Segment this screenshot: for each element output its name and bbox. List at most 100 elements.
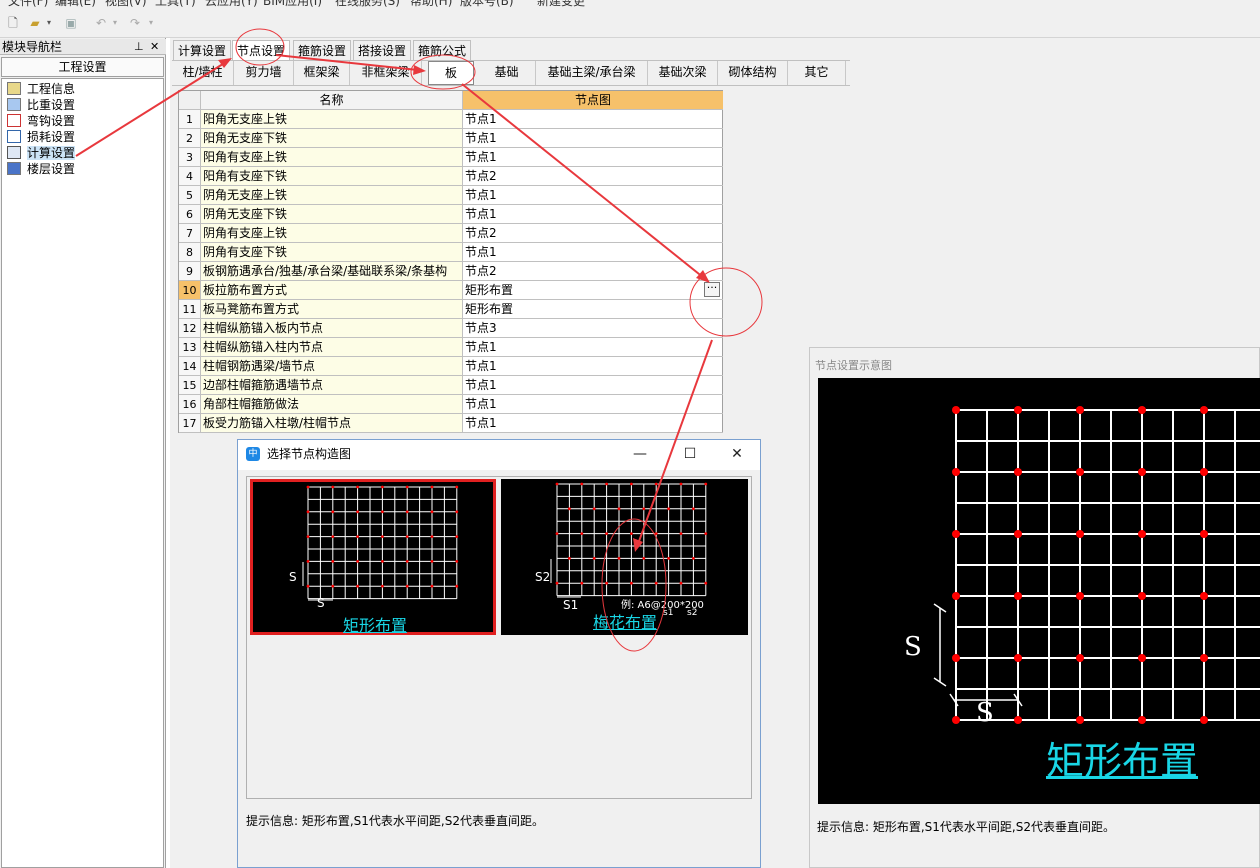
nav-item-floor[interactable]: 楼层设置 — [7, 161, 75, 177]
menu-online[interactable]: 在线服务(S) — [335, 0, 400, 8]
rebar-dot — [568, 557, 571, 560]
table-row[interactable]: 14 柱帽钢筋遇梁/墙节点 节点1 — [179, 357, 723, 376]
row-node-value[interactable]: 节点1 — [463, 186, 723, 205]
subtab-foundation-main-beam[interactable]: 基础主梁/承台梁 — [536, 61, 648, 85]
subtab-other[interactable]: 其它 — [788, 61, 846, 85]
toolbar: 🗋 ▰ ▾ ▣ ↶ ▾ ↷ ▾ — [0, 8, 1260, 38]
subtab-foundation-secondary-beam[interactable]: 基础次梁 — [648, 61, 718, 85]
row-node-value[interactable]: 节点1 — [463, 338, 723, 357]
row-number: 13 — [179, 338, 201, 357]
pin-icon[interactable]: ⊥ — [134, 39, 144, 55]
row-node-value[interactable]: 节点1 — [463, 357, 723, 376]
table-row[interactable]: 16 角部柱帽箍筋做法 节点1 — [179, 395, 723, 414]
subtab-masonry[interactable]: 砌体结构 — [718, 61, 788, 85]
rebar-dot — [654, 581, 658, 585]
table-row[interactable]: 8 阴角有支座下铁 节点1 — [179, 243, 723, 262]
close-button[interactable]: ✕ — [722, 444, 752, 464]
table-row[interactable]: 17 板受力筋锚入柱墩/柱帽节点 节点1 — [179, 414, 723, 433]
tab-node-settings[interactable]: 节点设置 — [232, 40, 291, 61]
rebar-dot — [430, 584, 434, 588]
row-number: 2 — [179, 129, 201, 148]
nav-item-loss[interactable]: 损耗设置 — [7, 129, 75, 145]
rebar-dot — [331, 485, 335, 489]
tab-stirrup-settings[interactable]: 箍筋设置 — [293, 40, 352, 60]
row-node-value[interactable]: 节点2 — [463, 167, 723, 186]
table-row[interactable]: 11 板马凳筋布置方式 矩形布置 — [179, 300, 723, 319]
subtab-nonframe-beam[interactable]: 非框架梁 — [350, 61, 422, 85]
menu-view[interactable]: 视图(V) — [105, 0, 147, 8]
subtab-foundation[interactable]: 基础 — [478, 61, 536, 85]
nav-item-hook[interactable]: 弯钩设置 — [7, 113, 75, 129]
row-node-value[interactable]: 矩形布置 — [463, 281, 723, 300]
new-file-icon[interactable]: 🗋 — [4, 14, 22, 32]
table-row[interactable]: 9 板钢筋遇承台/独基/承台梁/基础联系梁/条基构 节点2 — [179, 262, 723, 281]
save-icon[interactable]: ▣ — [62, 14, 80, 32]
menu-cloud[interactable]: 云应用(Y) — [205, 0, 258, 8]
menu-bim[interactable]: BIM应用(I) — [263, 0, 322, 8]
subtab-shear-wall[interactable]: 剪力墙 — [234, 61, 294, 85]
row-node-value[interactable]: 节点1 — [463, 205, 723, 224]
rebar-dot — [356, 584, 359, 588]
row-node-value[interactable]: 节点1 — [463, 243, 723, 262]
row-node-value[interactable]: 矩形布置 — [463, 300, 723, 319]
row-name: 柱帽纵筋锚入柱内节点 — [201, 338, 463, 357]
tab-calc-settings[interactable]: 计算设置 — [173, 40, 232, 60]
maximize-button[interactable]: ☐ — [675, 444, 705, 464]
row-node-value[interactable]: 节点1 — [463, 376, 723, 395]
row-node-value[interactable]: 节点1 — [463, 414, 723, 433]
table-row[interactable]: 6 阴角无支座下铁 节点1 — [179, 205, 723, 224]
column-header-name[interactable]: 名称 — [201, 91, 463, 110]
subtab-column[interactable]: 柱/墙柱 — [172, 61, 234, 85]
undo-dropdown-icon[interactable]: ▾ — [110, 14, 120, 32]
ellipsis-button[interactable]: ··· — [704, 282, 720, 297]
row-node-value[interactable]: 节点1 — [463, 395, 723, 414]
undo-icon[interactable]: ↶ — [92, 14, 110, 32]
row-node-value[interactable]: 节点2 — [463, 262, 723, 281]
redo-dropdown-icon[interactable]: ▾ — [146, 14, 156, 32]
nav-item-weight[interactable]: 比重设置 — [7, 97, 75, 113]
table-row[interactable]: 7 阴角有支座上铁 节点2 — [179, 224, 723, 243]
tab-lap-settings[interactable]: 搭接设置 — [353, 40, 412, 60]
table-row[interactable]: 5 阴角无支座上铁 节点1 — [179, 186, 723, 205]
nav-item-calc[interactable]: 计算设置 — [7, 145, 76, 161]
rebar-dot — [356, 560, 359, 563]
option-plum-blossom[interactable]: S2 S1 例: A6@200*200 s1 s2 梅花布置 — [501, 479, 748, 635]
rebar-dot — [1138, 654, 1146, 662]
menu-new-change[interactable]: 新建变更 — [537, 0, 585, 8]
minimize-button[interactable]: — — [625, 444, 655, 464]
table-row[interactable]: 15 边部柱帽箍筋遇墙节点 节点1 — [179, 376, 723, 395]
menu-version[interactable]: 版本号(B) — [460, 0, 514, 8]
rebar-dot — [405, 535, 409, 538]
menu-help[interactable]: 帮助(H) — [410, 0, 452, 8]
row-node-value[interactable]: 节点1 — [463, 110, 723, 129]
table-row[interactable]: 10 板拉筋布置方式 矩形布置 — [179, 281, 723, 300]
rebar-dot — [679, 581, 683, 585]
open-folder-icon[interactable]: ▰ — [26, 14, 44, 32]
redo-icon[interactable]: ↷ — [126, 14, 144, 32]
subtab-slab[interactable]: 板 — [428, 61, 474, 85]
row-number: 10 — [179, 281, 201, 300]
row-node-value[interactable]: 节点1 — [463, 129, 723, 148]
subtab-frame-beam[interactable]: 框架梁 — [294, 61, 350, 85]
row-node-value[interactable]: 节点1 — [463, 148, 723, 167]
table-row[interactable]: 2 阳角无支座下铁 节点1 — [179, 129, 723, 148]
option-rectangular[interactable]: S S 矩形布置 — [250, 479, 496, 635]
table-row[interactable]: 1 阳角无支座上铁 节点1 — [179, 110, 723, 129]
column-header-node[interactable]: 节点图 — [463, 91, 723, 110]
rebar-dot — [1138, 406, 1146, 414]
menu-file[interactable]: 文件(F) — [8, 0, 48, 8]
tab-stirrup-formula[interactable]: 箍筋公式 — [413, 40, 472, 60]
open-dropdown-icon[interactable]: ▾ — [44, 14, 54, 32]
row-node-value[interactable]: 节点3 — [463, 319, 723, 338]
rebar-dot — [605, 532, 608, 535]
menu-tools[interactable]: 工具(T) — [155, 0, 196, 8]
nav-item-project-info[interactable]: 工程信息 — [7, 81, 75, 97]
menu-edit[interactable]: 编辑(E) — [55, 0, 96, 8]
table-row[interactable]: 3 阳角有支座上铁 节点1 — [179, 148, 723, 167]
table-row[interactable]: 13 柱帽纵筋锚入柱内节点 节点1 — [179, 338, 723, 357]
table-row[interactable]: 12 柱帽纵筋锚入板内节点 节点3 — [179, 319, 723, 338]
table-row[interactable]: 4 阳角有支座下铁 节点2 — [179, 167, 723, 186]
close-icon[interactable]: ✕ — [150, 39, 159, 55]
nav-section-header[interactable]: 工程设置 — [1, 57, 164, 77]
row-node-value[interactable]: 节点2 — [463, 224, 723, 243]
